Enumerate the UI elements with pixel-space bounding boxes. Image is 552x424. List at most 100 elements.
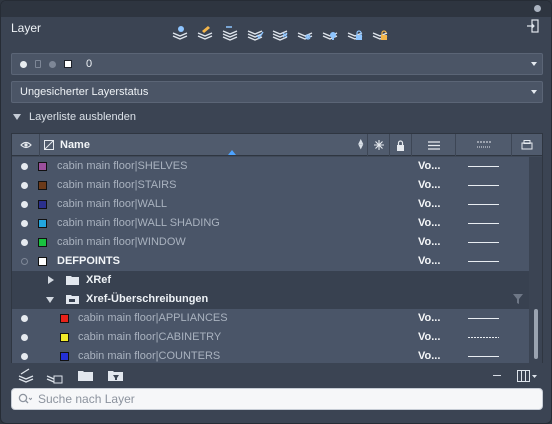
layer-row[interactable]: DEFPOINTS Vo... [12,252,529,271]
layer-on-icon[interactable] [20,60,27,68]
linetype-solid[interactable] [468,223,499,224]
column-lock[interactable] [390,134,412,156]
visibility-bulb-icon[interactable] [21,163,28,170]
visibility-bulb-icon[interactable] [21,353,28,360]
column-visibility[interactable] [12,134,40,156]
layer-freeze-icon[interactable] [294,23,316,43]
layer-row[interactable]: cabin main floor|WINDOW Vo... [12,233,529,252]
linetype-solid[interactable] [468,261,499,262]
current-layer-name: 0 [86,58,93,70]
linetype-dashed[interactable] [468,337,499,338]
layer-row[interactable]: cabin main floor|WALL Vo... [12,195,529,214]
layer-isolate-icon[interactable] [244,23,266,43]
layer-color-swatch[interactable] [60,352,69,361]
column-settings-icon[interactable] [517,370,537,382]
group-xref-overrides[interactable]: Xref-Überschreibungen [12,290,529,309]
minus-icon[interactable] [493,375,501,376]
layer-match-icon[interactable] [194,23,216,43]
layer-name: DEFPOINTS [57,255,120,267]
visibility-bulb-icon[interactable] [21,334,28,341]
collapse-arrow-icon[interactable] [46,297,54,303]
folder-icon [66,276,79,285]
group-xref[interactable]: XRef [12,271,529,290]
chevron-down-icon [531,62,537,66]
expand-arrow-icon[interactable] [48,276,54,284]
layer-previous-icon[interactable] [219,23,241,43]
layer-row[interactable]: cabin main floor|STAIRS Vo... [12,176,529,195]
layer-row[interactable]: cabin main floor|COUNTERS Vo... [12,347,529,363]
filter-icon[interactable] [513,294,523,304]
column-linetype[interactable] [456,134,512,156]
layer-unlock-icon[interactable] [369,23,391,43]
visibility-off-icon[interactable] [21,258,28,265]
visibility-bulb-icon[interactable] [21,220,28,227]
column-freeze[interactable] [368,134,390,156]
search-input[interactable] [38,392,518,406]
panel-options-icon[interactable] [534,5,541,12]
visibility-bulb-icon[interactable] [21,315,28,322]
layer-color-swatch[interactable] [38,238,47,247]
layer-table-body: cabin main floor|SHELVES Vo... cabin mai… [12,157,529,363]
chevron-down-icon [531,90,537,94]
visibility-bulb-icon[interactable] [21,239,28,246]
visibility-bulb-icon[interactable] [21,201,28,208]
layer-color-swatch[interactable] [60,314,69,323]
current-layer-dropdown[interactable]: 0 [11,53,543,75]
viewport-value: Vo... [418,160,441,172]
linetype-icon [476,141,491,148]
layer-color-swatch[interactable] [38,257,47,266]
layer-color-swatch[interactable] [64,60,72,68]
new-group-filter-icon[interactable] [77,368,95,384]
new-layer-icon[interactable] [17,368,35,384]
column-viewport[interactable] [412,134,456,156]
layer-color-swatch[interactable] [60,333,69,342]
linetype-solid[interactable] [468,318,499,319]
linetype-solid[interactable] [468,204,499,205]
layer-row[interactable]: cabin main floor|APPLIANCES Vo... [12,309,529,328]
layer-lock-icon[interactable] [35,60,41,68]
layer-off-icon[interactable] [319,23,341,43]
layer-color-swatch[interactable] [38,181,47,190]
layer-color-swatch[interactable] [38,162,47,171]
layer-unisolate-icon[interactable] [269,23,291,43]
freeze-icon [373,140,384,150]
layer-search-box[interactable] [11,388,543,410]
layer-state-dropdown[interactable]: Ungesicherter Layerstatus [11,81,543,103]
linetype-solid[interactable] [468,185,499,186]
layer-properties-icon[interactable] [169,23,191,43]
layer-freeze-icon[interactable] [49,60,56,68]
layer-row[interactable]: cabin main floor|CABINETRY Vo... [12,328,529,347]
layer-row[interactable]: cabin main floor|SHELVES Vo... [12,157,529,176]
vertical-scrollbar[interactable] [529,157,542,363]
layer-list-toggle-label: Layerliste ausblenden [29,111,137,123]
layer-lock-icon[interactable] [344,23,366,43]
layer-color-swatch[interactable] [38,219,47,228]
layer-color-swatch[interactable] [38,200,47,209]
scrollbar-thumb[interactable] [534,309,538,359]
layer-row[interactable]: cabin main floor|WALL SHADING Vo... [12,214,529,233]
panel-title: Layer [11,21,42,35]
lineweight-icon [427,140,440,150]
panel-titlebar[interactable] [1,1,551,17]
new-layer-vp-frozen-icon[interactable] [45,368,63,384]
new-property-filter-icon[interactable] [107,368,125,384]
undock-icon[interactable] [527,19,539,33]
column-name[interactable]: Name ▴ ▾ [40,134,368,156]
layer-toolbar [169,23,391,43]
visibility-bulb-icon[interactable] [21,182,28,189]
layer-color-header-icon [44,140,54,150]
group-label: XRef [86,274,112,286]
search-icon [18,393,32,404]
column-plot[interactable] [512,134,542,156]
viewport-value: Vo... [418,217,441,229]
viewport-value: Vo... [418,198,441,210]
linetype-solid[interactable] [468,242,499,243]
viewport-value: Vo... [418,350,441,362]
lock-icon [397,139,404,151]
folder-icon [66,295,79,304]
linetype-solid[interactable] [468,356,499,357]
group-label: Xref-Überschreibungen [86,293,209,305]
layer-name: cabin main floor|CABINETRY [78,331,222,343]
layer-list-toggle[interactable]: Layerliste ausblenden [13,111,136,123]
linetype-solid[interactable] [468,166,499,167]
